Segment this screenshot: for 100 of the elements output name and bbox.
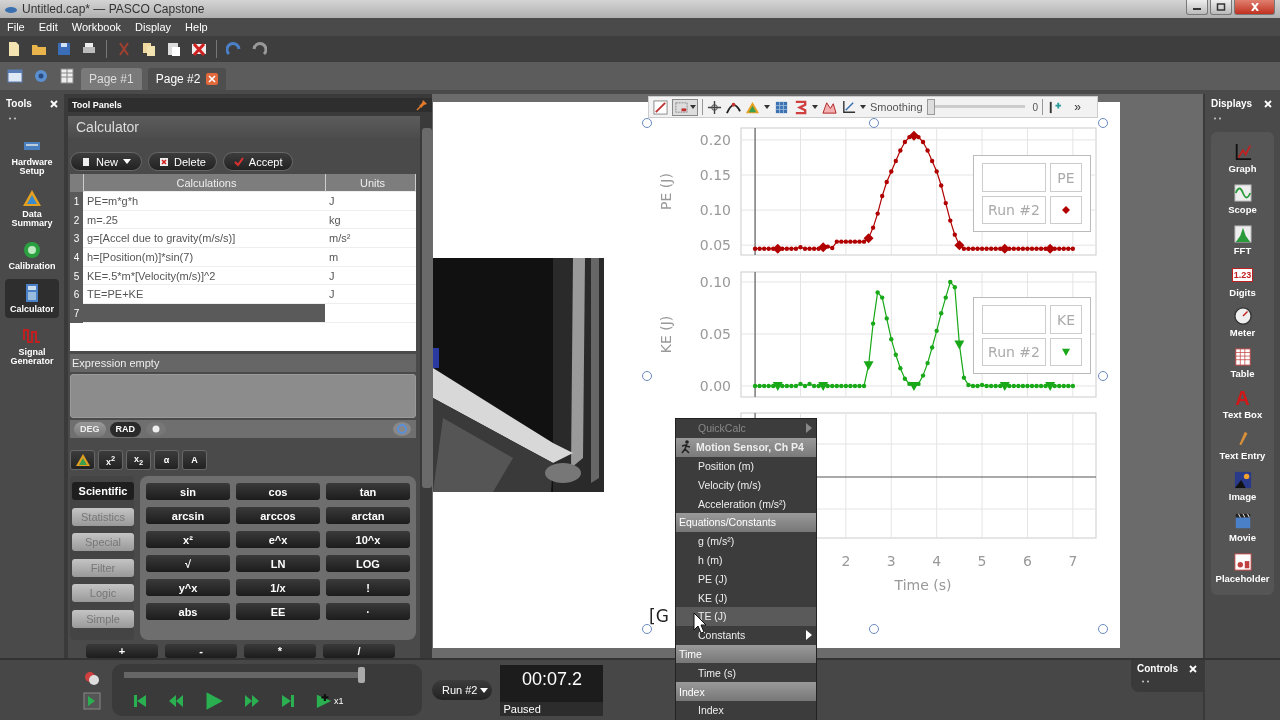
toolbar-button[interactable]: Delete <box>148 152 217 171</box>
symbol-tab[interactable]: A <box>182 450 207 470</box>
display-type-button[interactable]: Table <box>1211 343 1274 384</box>
tool-item[interactable]: Calculator <box>5 279 59 318</box>
menu-item[interactable]: Workbook <box>71 21 122 33</box>
function-key[interactable]: 1/x <box>236 579 320 596</box>
table-cell[interactable]: KE=.5*m*[Velocity(m/s)]^2 <box>83 266 325 286</box>
menu-item[interactable]: KE (J) <box>676 588 816 607</box>
function-key[interactable]: √ <box>146 555 230 572</box>
tick-label: 5 <box>977 553 987 569</box>
menu-item[interactable]: h (m) <box>676 550 816 570</box>
function-key[interactable]: · <box>326 603 410 620</box>
table-cell[interactable]: J <box>325 266 416 286</box>
legend-label: KE <box>1050 305 1082 334</box>
menu-item[interactable]: Edit <box>38 21 58 33</box>
symbol-tab[interactable]: x$_{2}$ <box>126 450 151 470</box>
operator-key[interactable]: / <box>323 644 395 658</box>
column-header: Units <box>326 174 416 192</box>
table-cell[interactable]: m/s² <box>325 229 416 249</box>
menu-item[interactable]: Velocity (m/s) <box>676 475 816 495</box>
row-number: 3 <box>70 229 83 249</box>
tick-label: 3 <box>886 553 896 569</box>
symbol-tab[interactable]: x$^{2}$ <box>98 450 123 470</box>
menu-section-header: Time <box>676 644 816 664</box>
display-type-button[interactable]: Text Entry <box>1211 425 1274 466</box>
function-key[interactable]: LOG <box>326 555 410 572</box>
display-type-button[interactable]: 1.23 Digits <box>1211 261 1274 302</box>
menu-item[interactable]: g (m/s²) <box>676 531 816 551</box>
function-key[interactable]: LN <box>236 555 320 572</box>
display-type-button[interactable]: Image <box>1211 466 1274 507</box>
menu-item[interactable]: Acceleration (m/s²) <box>676 494 816 513</box>
panel-title: Tools <box>6 98 32 109</box>
display-type-button[interactable]: FFT <box>1211 220 1274 261</box>
table-cell[interactable]: h=[Position(m)]*sin(7) <box>83 248 325 267</box>
display-type-button[interactable]: A Text Box <box>1211 384 1274 425</box>
function-key[interactable]: y^x <box>146 579 230 596</box>
tick-label: 0.10 <box>699 274 731 290</box>
row-number: 4 <box>70 248 83 267</box>
function-key[interactable]: arcsin <box>146 507 230 524</box>
table-cell[interactable]: J <box>325 285 416 305</box>
menu-section-header: Index <box>676 682 816 701</box>
function-key[interactable]: e^x <box>236 531 320 548</box>
menu-item[interactable]: PE (J) <box>676 569 816 589</box>
menu-item[interactable]: Help <box>185 21 208 33</box>
function-key[interactable]: sin <box>146 483 230 500</box>
menu-item[interactable]: File <box>7 21 25 33</box>
function-key[interactable]: cos <box>236 483 320 500</box>
letter-icon: A <box>1235 389 1250 407</box>
operator-key[interactable]: - <box>165 644 237 658</box>
column-header: Calculations <box>84 174 326 192</box>
function-key[interactable]: x² <box>146 531 230 548</box>
tool-item[interactable]: Calibration <box>5 236 59 275</box>
calculator-title: Calculator <box>68 116 420 138</box>
legend-run: Run #2 <box>982 338 1046 366</box>
display-type-button[interactable]: Graph <box>1211 138 1274 179</box>
tool-item[interactable]: Signal Generator <box>5 322 59 370</box>
function-key[interactable]: abs <box>146 603 230 620</box>
menu-item[interactable]: Index <box>676 700 816 720</box>
row-number: 7 <box>70 304 83 323</box>
angle-mode-toggle[interactable]: RAD <box>109 421 141 437</box>
display-type-button[interactable]: Placeholder <box>1211 548 1274 589</box>
digits-icon: 1.23 <box>1231 268 1254 282</box>
function-key[interactable]: ! <box>326 579 410 596</box>
tool-item[interactable]: Hardware Setup <box>5 132 59 180</box>
symbol-tab[interactable]: α <box>154 450 179 470</box>
function-key[interactable]: EE <box>236 603 320 620</box>
function-key[interactable]: arctan <box>326 507 410 524</box>
page-tab[interactable]: Page #2 <box>147 68 227 90</box>
table-cell[interactable]: kg <box>325 210 416 230</box>
toolbar-button[interactable]: New <box>70 152 142 171</box>
table-cell[interactable]: PE=m*g*h <box>83 192 325 211</box>
function-key[interactable]: 10^x <box>326 531 410 548</box>
tick-label: 2 <box>841 553 851 569</box>
operator-key[interactable]: + <box>86 644 158 658</box>
smoothing-label: Smoothing <box>870 101 923 113</box>
menu-item[interactable]: Position (m) <box>676 456 816 476</box>
operator-key[interactable]: * <box>244 644 316 658</box>
menu-section-header: Equations/Constants <box>676 513 816 532</box>
expression-status: Expression empty <box>70 354 416 372</box>
function-key[interactable]: tan <box>326 483 410 500</box>
menu-item[interactable]: Display <box>135 21 172 33</box>
tool-item[interactable]: Data Summary <box>5 184 59 232</box>
category-button[interactable]: Scientific <box>72 482 134 500</box>
menu-item[interactable]: Time (s) <box>676 663 816 683</box>
toolbar-button[interactable]: Accept <box>222 152 294 171</box>
table-cell[interactable]: m <box>325 248 416 267</box>
more-button[interactable]: » <box>1074 100 1081 114</box>
table-cell[interactable]: g=[Accel due to gravity(m/s/s)] <box>83 229 325 249</box>
run-dropdown[interactable]: Run #2 <box>432 680 493 700</box>
table-cell[interactable]: J <box>325 192 416 211</box>
tick-label: 0.05 <box>699 326 731 342</box>
tick-label: 0.00 <box>699 378 731 394</box>
table-cell[interactable]: m=.25 <box>83 210 325 230</box>
menu-item[interactable]: TE (J) <box>676 606 816 626</box>
display-type-button[interactable]: Movie <box>1211 507 1274 548</box>
display-type-button[interactable]: Scope <box>1211 179 1274 220</box>
speed-label[interactable]: x1 <box>334 696 344 706</box>
function-key[interactable]: arccos <box>236 507 320 524</box>
display-type-button[interactable]: Meter <box>1211 302 1274 343</box>
menu-item[interactable]: Constants <box>676 625 816 645</box>
